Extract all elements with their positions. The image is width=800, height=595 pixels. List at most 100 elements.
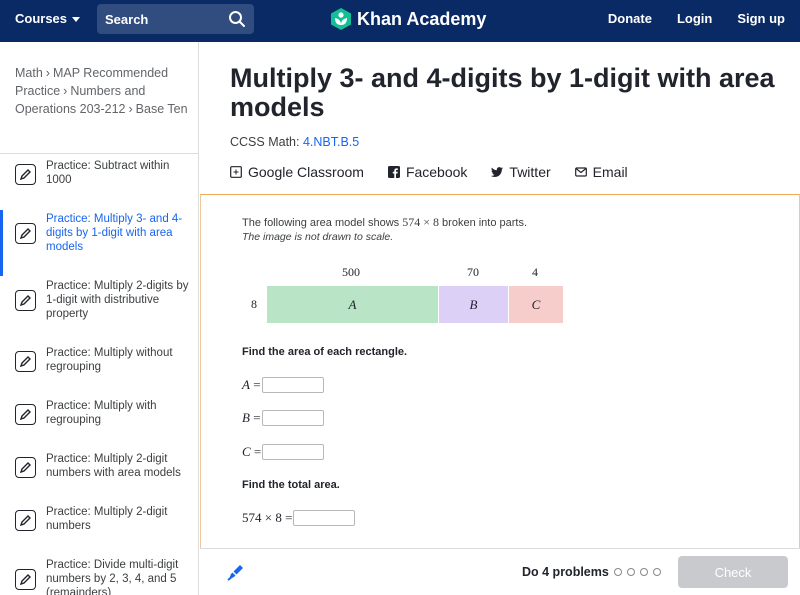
envelope-icon	[574, 167, 587, 177]
signup-link[interactable]: Sign up	[737, 11, 785, 26]
total-expression: 574 × 8	[242, 510, 282, 525]
sidebar-item-label: Practice: Multiply without regrouping	[46, 347, 173, 373]
chevron-right-icon: ›	[63, 84, 68, 98]
account-links: Donate Login Sign up	[608, 11, 785, 26]
pencil-icon	[15, 290, 36, 311]
width-label-b: 70	[467, 265, 479, 279]
area-rect-a: A	[267, 286, 438, 323]
login-link[interactable]: Login	[677, 11, 712, 26]
question-intro-math: 574 × 8	[402, 215, 439, 229]
google-classroom-icon	[230, 166, 242, 178]
question-intro-before: The following area model shows	[242, 217, 400, 229]
sidebar-item-multiply-2-digit-numbers[interactable]: Practice: Multiply 2-digit numbers	[0, 505, 198, 559]
find-total-heading: Find the total area.	[242, 479, 340, 491]
chevron-right-icon: ›	[45, 66, 50, 80]
check-button[interactable]: Check	[678, 556, 788, 588]
sidebar-item-label: Practice: Subtract within 1000	[46, 160, 170, 186]
progress-dots	[614, 568, 661, 576]
breadcrumb: Math › MAP Recommended Practice › Numbers an…	[15, 64, 190, 118]
email-label: Email	[592, 164, 628, 180]
search-input[interactable]	[105, 11, 223, 27]
answer-var: C	[242, 444, 251, 459]
top-navigation-bar: Courses Khan Academy Donate Login Sign u…	[0, 0, 800, 42]
google-classroom-label: Google Classroom	[248, 164, 364, 180]
facebook-label: Facebook	[405, 164, 468, 180]
donate-link[interactable]: Donate	[608, 11, 652, 26]
answer-row-a: A =	[242, 377, 324, 393]
twitter-label: Twitter	[509, 164, 551, 180]
sidebar-item-label: Practice: Multiply 2-digit numbers	[46, 506, 168, 532]
breadcrumb-item[interactable]: Math	[15, 66, 43, 80]
answer-var: B	[242, 410, 250, 425]
email-button[interactable]: Email	[574, 164, 628, 180]
sidebar-item-subtract-within-1000[interactable]: Practice: Subtract within 1000	[0, 159, 198, 213]
search-box[interactable]	[97, 4, 254, 34]
find-each-heading: Find the area of each rectangle.	[242, 346, 408, 358]
equals-sign: =	[281, 510, 293, 525]
sidebar-item-label: Practice: Multiply 2-digits by 1-digit w…	[46, 280, 189, 320]
sidebar-item-label: Practice: Divide multi-digit numbers by …	[46, 559, 179, 595]
google-classroom-button[interactable]: Google Classroom	[230, 164, 364, 180]
area-rect-b: B	[439, 286, 508, 323]
answer-input-a[interactable]	[261, 377, 324, 393]
problem-count-label: Do 4 problems	[522, 565, 609, 579]
ccss-prefix: CCSS Math:	[230, 135, 300, 149]
pencil-icon	[15, 510, 36, 531]
sidebar-item-label: Practice: Multiply 2-digit numbers with …	[46, 453, 181, 479]
khan-academy-logo[interactable]: Khan Academy	[331, 8, 486, 30]
exercise-panel	[200, 194, 800, 548]
answer-row-b: B =	[242, 410, 324, 426]
courses-label: Courses	[15, 11, 68, 26]
sidebar-item-multiply-distributive[interactable]: Practice: Multiply 2-digits by 1-digit w…	[0, 279, 198, 333]
sidebar-item-divide-multi-digit[interactable]: Practice: Divide multi-digit numbers by …	[0, 558, 198, 595]
chevron-down-icon	[72, 17, 81, 22]
area-rect-c: C	[509, 286, 563, 323]
progress-dot	[614, 568, 622, 576]
sidebar-item-multiply-without-regrouping[interactable]: Practice: Multiply without regrouping	[0, 346, 198, 400]
sidebar-item-multiply-2-digit-area-models[interactable]: Practice: Multiply 2-digit numbers with …	[0, 452, 198, 506]
question-intro: The following area model shows 574 × 8 b…	[242, 215, 527, 230]
logo-text: Khan Academy	[357, 8, 487, 29]
sidebar: Math › MAP Recommended Practice › Numbers an…	[0, 42, 199, 595]
scratchpad-pencil-icon[interactable]	[226, 562, 246, 582]
question-intro-after: broken into parts.	[442, 217, 528, 229]
height-label: 8	[251, 297, 257, 311]
answer-input-b[interactable]	[261, 410, 324, 426]
sidebar-item-label: Practice: Multiply 3- and 4-digits by 1-…	[46, 213, 183, 253]
breadcrumb-item[interactable]: Base Ten	[136, 102, 188, 116]
progress-dot	[640, 568, 648, 576]
width-label-c: 4	[532, 265, 538, 279]
facebook-icon	[387, 166, 400, 178]
pencil-icon	[15, 164, 36, 185]
sidebar-item-multiply-area-models[interactable]: Practice: Multiply 3- and 4-digits by 1-…	[0, 210, 198, 276]
progress-dot	[627, 568, 635, 576]
area-rect-label: C	[531, 296, 541, 312]
sidebar-item-multiply-with-regrouping[interactable]: Practice: Multiply with regrouping	[0, 399, 198, 453]
answer-row-total: 574 × 8 =	[242, 510, 356, 526]
progress-dot	[653, 568, 661, 576]
equals-sign: =	[249, 377, 261, 392]
pencil-icon	[15, 223, 36, 244]
ccss-standard: CCSS Math: 4.NBT.B.5	[230, 135, 359, 149]
width-label-a: 500	[342, 265, 360, 279]
pencil-icon	[15, 457, 36, 478]
scale-note: The image is not drawn to scale.	[242, 231, 394, 243]
khan-leaf-logo-icon	[331, 8, 351, 30]
courses-menu[interactable]: Courses	[15, 11, 81, 26]
chevron-right-icon: ›	[128, 102, 133, 116]
divider	[0, 153, 198, 154]
answer-var: A	[242, 377, 250, 392]
answer-input-total[interactable]	[293, 510, 356, 526]
answer-input-c[interactable]	[262, 444, 325, 460]
ccss-code-link[interactable]: 4.NBT.B.5	[303, 135, 359, 149]
equals-sign: =	[249, 410, 261, 425]
equals-sign: =	[250, 444, 262, 459]
share-bar: Google Classroom Facebook Twitter Email	[230, 164, 628, 180]
answer-row-c: C =	[242, 444, 325, 460]
facebook-button[interactable]: Facebook	[387, 164, 468, 180]
area-rect-label: A	[348, 296, 357, 312]
pencil-icon	[15, 569, 36, 590]
twitter-button[interactable]: Twitter	[491, 164, 551, 180]
pencil-icon	[15, 351, 36, 372]
search-icon[interactable]	[228, 10, 246, 28]
